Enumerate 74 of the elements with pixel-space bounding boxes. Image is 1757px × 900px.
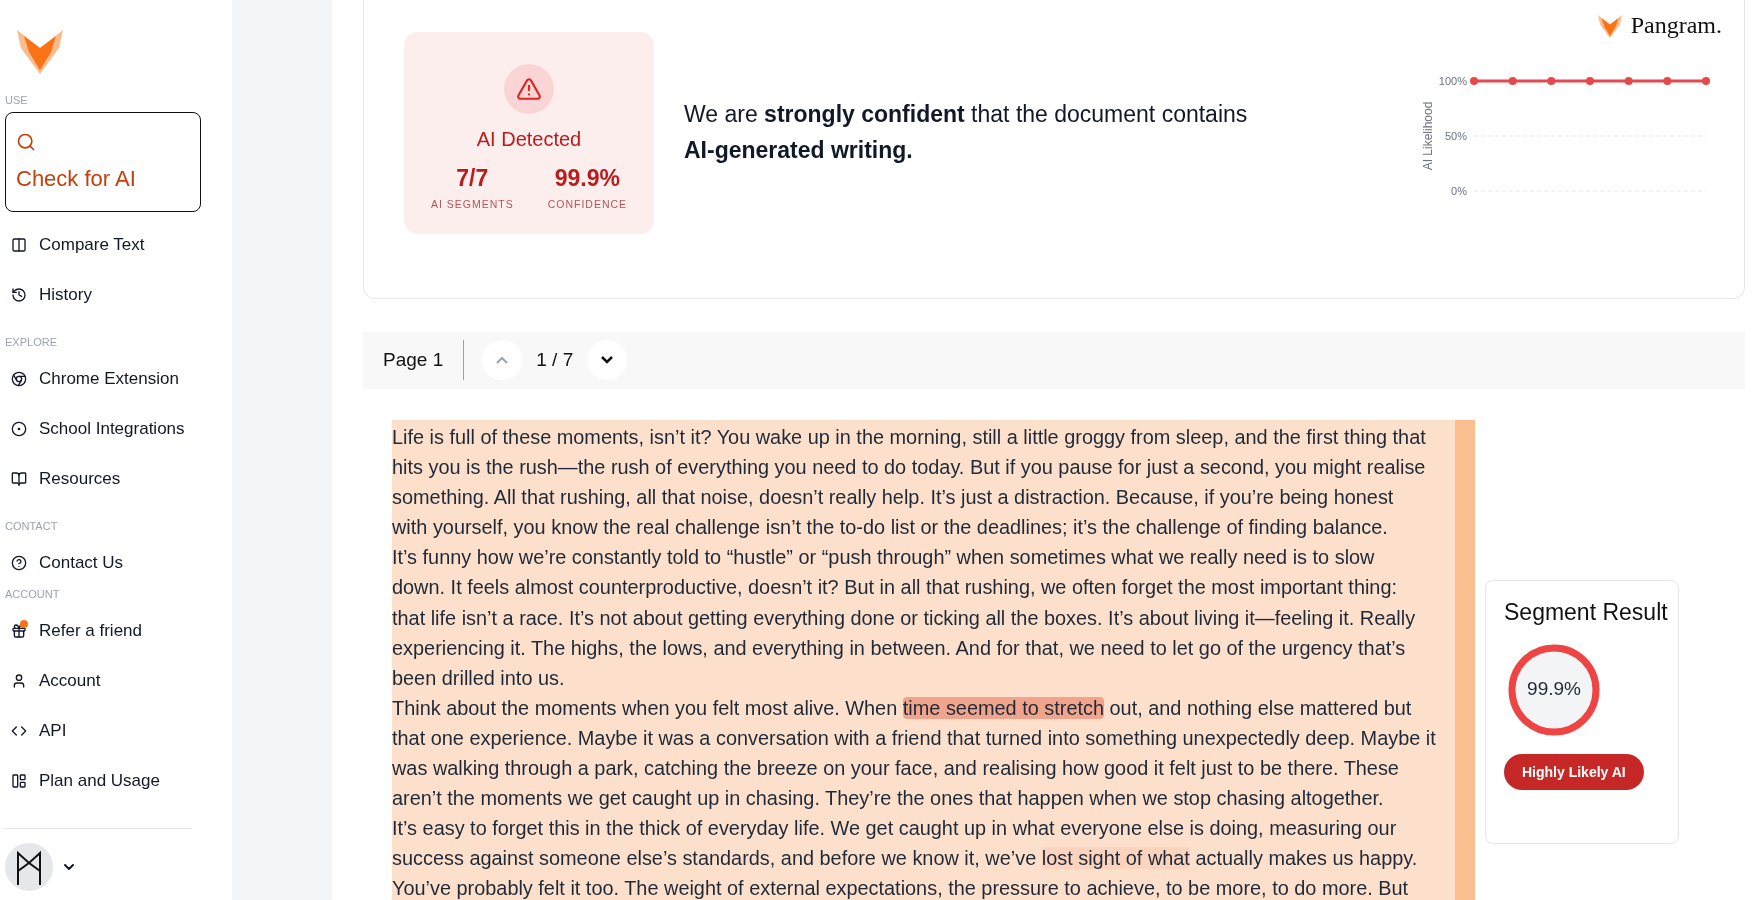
text-span: out, and nothing else mattered but: [1108, 696, 1412, 719]
avatar[interactable]: [5, 843, 53, 891]
data-point: [1663, 77, 1672, 85]
help-icon: [11, 555, 27, 571]
text-line: It’s funny how we’re constantly told to “hustle” or “push through” when sometimes what we really need is to slow: [392, 545, 1376, 571]
panel-icon: [11, 773, 27, 789]
circle-icon: [11, 421, 27, 437]
text-line: been drilled into us.: [392, 665, 566, 691]
text-line: that life isn’t a race. It’s not about getting everything done or ticking all the boxes. It’s about living it—feeling it. Really: [392, 605, 1417, 631]
history-icon: [11, 287, 27, 303]
brand-name: Pangram.: [1630, 12, 1722, 39]
data-point: [1586, 77, 1594, 85]
text-span: Think about the moments when you felt most alive. When: [392, 696, 899, 719]
segment-title: Segment Result: [1504, 599, 1669, 626]
text-line: You’ve probably felt it too. The weight of external expectations, the pressure to achieve, to be more, to do more. But: [392, 876, 1410, 900]
nav-item[interactable]: Compare Text: [5, 220, 151, 270]
section-label: ACCOUNT: [5, 588, 61, 600]
data-point: [1624, 77, 1633, 85]
text-span: actually makes us happy.: [1194, 847, 1418, 870]
highlighted-phrase: time seemed to stretch: [902, 696, 1104, 719]
fox-logo: [1596, 12, 1623, 39]
stat-label: CONFIDENCE: [547, 198, 628, 210]
chevron-up-icon: [496, 356, 509, 365]
columns-icon: [11, 237, 27, 253]
score-value: 99.9%: [1526, 678, 1582, 700]
text-line: was walking through a park, catching the breeze on your face, and realising how good it felt just to be there. These: [392, 756, 1400, 782]
nav-item[interactable]: Resources: [5, 454, 127, 504]
y-tick-label: 100%: [1438, 75, 1467, 87]
search-icon: [16, 132, 36, 152]
chevron-down-icon: [601, 356, 614, 365]
detection-status: AI Detected: [476, 128, 582, 151]
data-point: [1508, 77, 1517, 85]
warning-icon: [516, 76, 542, 102]
y-tick-label: 0%: [1451, 185, 1467, 197]
verdict-text: We are strongly confident that the document contains AI-generated writing.: [684, 100, 1249, 165]
nav-item[interactable]: Refer a friend: [5, 606, 148, 656]
text-line: that one experience. Maybe it was a conversation with a friend that turned into something unexpectedly deep. Maybe it: [392, 725, 1437, 751]
book-icon: [11, 471, 27, 487]
text-span: success against someone else’s standards, and before we know it, we’ve: [392, 847, 1038, 870]
text-line: experiencing it. The highs, the lows, and everything in between. And for that, we need to let go of the urgency that’s: [392, 635, 1407, 661]
user-icon: [11, 673, 27, 689]
verdict-badge: Highly Likely AI: [1504, 754, 1644, 790]
text-line: something. All that rushing, all that noise, doesn’t really help. It’s just a distraction. Because, if you’re being honest: [392, 485, 1395, 511]
data-point: [1470, 77, 1478, 85]
y-axis-label: AI Likelihood: [1421, 101, 1435, 171]
page-label: Page 1: [383, 340, 465, 381]
nav-item[interactable]: Contact Us: [5, 538, 130, 588]
data-point: [1702, 77, 1710, 85]
section-label: CONTACT: [5, 520, 59, 532]
section-label: USE: [5, 94, 29, 106]
data-point: [1547, 77, 1556, 85]
text-line: down. It feels almost counterproductive, doesn’t it? But in all that rushing, we often forget the most important thing:: [392, 575, 1399, 601]
text-line: with yourself, you know the real challenge isn’t the to-do list or the deadlines; it’s the challenge of finding balance.: [392, 515, 1389, 541]
text-line: hits you is the rush—the rush of everything you need to do today. But if you pause for just a second, you might realise: [392, 455, 1427, 481]
text-line: aren’t the moments we get caught up in chasing. They’re the ones that happen when we stop chasing altogether.: [392, 786, 1385, 812]
text-line: It’s easy to forget this in the thick of everyday life. We get caught up in what everyone else is doing, measuring our: [392, 816, 1398, 842]
nav-item[interactable]: Check for AI: [5, 112, 201, 212]
nav-item[interactable]: Account: [5, 656, 107, 706]
text-line: Life is full of these moments, isn’t it? You wake up in the morning, still a little groggy from sleep, and the first thing that: [392, 425, 1427, 450]
section-label: EXPLORE: [5, 336, 58, 348]
nav-item[interactable]: Chrome Extension: [5, 354, 185, 404]
stat-label: AI SEGMENTS: [430, 198, 514, 210]
nav-item[interactable]: Plan and Usage: [5, 756, 166, 806]
y-tick-label: 50%: [1444, 130, 1467, 142]
browser-icon: [11, 371, 27, 387]
code-icon: [11, 723, 27, 739]
gift-icon: [11, 623, 27, 639]
nav-item[interactable]: School Integrations: [5, 404, 191, 454]
nav-item[interactable]: API: [5, 706, 73, 756]
stat-value: 7/7: [456, 165, 489, 192]
highlighted-phrase: lost sight of what: [1041, 847, 1190, 870]
stat-value: 99.9%: [554, 165, 620, 192]
nav-item[interactable]: History: [5, 270, 98, 320]
segment-counter: 1 / 7: [536, 349, 574, 372]
